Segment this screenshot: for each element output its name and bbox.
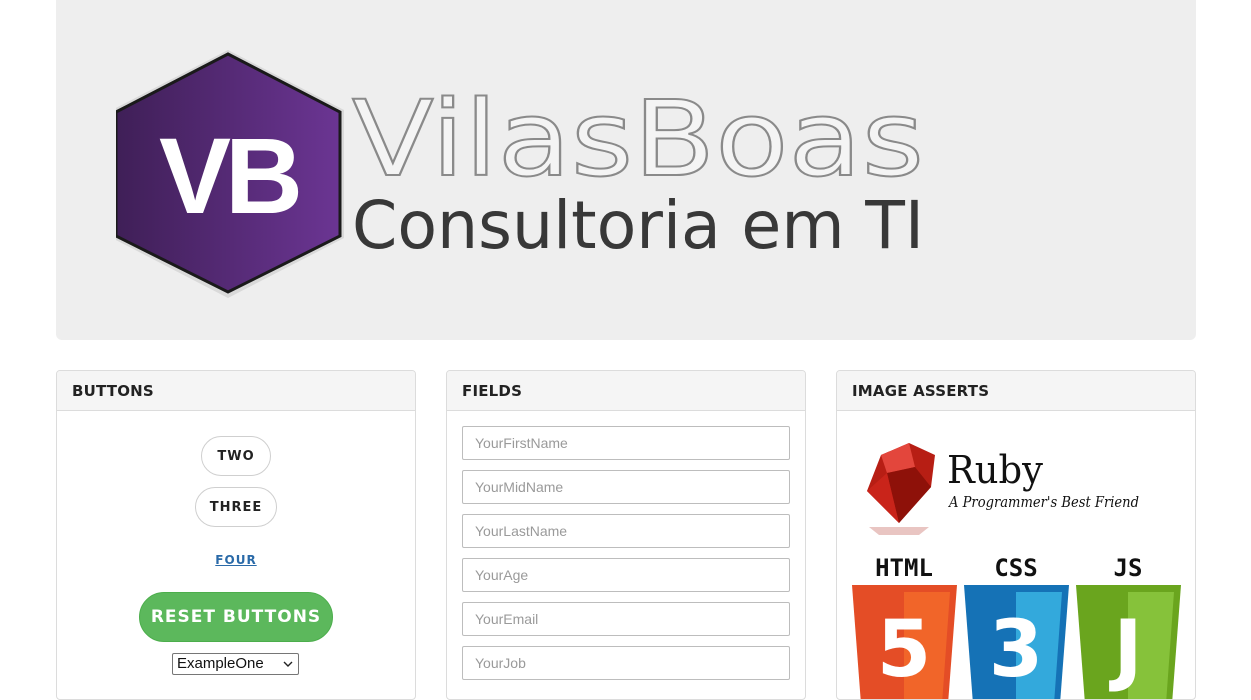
- four-link[interactable]: FOUR: [57, 553, 415, 567]
- buttons-panel-title: BUTTONS: [57, 371, 415, 411]
- ruby-title: Ruby: [947, 448, 1044, 492]
- first-name-field[interactable]: [462, 426, 790, 460]
- mid-name-field[interactable]: [462, 470, 790, 504]
- logo-subtitle: Consultoria em TI: [352, 187, 924, 264]
- job-field[interactable]: [462, 646, 790, 680]
- css-digit: 3: [989, 605, 1043, 695]
- image-asserts-panel: IMAGE ASSERTS Ruby A Programmer's Best F…: [836, 370, 1196, 700]
- js-label: JS: [1114, 554, 1143, 582]
- ruby-logo: Ruby A Programmer's Best Friend: [867, 443, 1139, 535]
- age-field[interactable]: [462, 558, 790, 592]
- ruby-tagline: A Programmer's Best Friend: [947, 493, 1139, 511]
- last-name-field[interactable]: [462, 514, 790, 548]
- buttons-panel: BUTTONS TWO THREE FOUR RESET BUTTONS Exa…: [56, 370, 416, 700]
- html-label: HTML: [875, 554, 933, 582]
- example-select-value: ExampleOne: [177, 655, 264, 672]
- fields-panel: FIELDS: [446, 370, 806, 700]
- html-digit: 5: [877, 605, 931, 695]
- header-banner: VB VilasBoas Consultoria em TI: [56, 0, 1196, 340]
- chevron-down-icon: [283, 661, 293, 667]
- reset-buttons-button[interactable]: RESET BUTTONS: [139, 592, 333, 642]
- three-button[interactable]: THREE: [195, 487, 277, 527]
- example-select[interactable]: ExampleOne: [172, 653, 299, 675]
- css-label: CSS: [994, 554, 1037, 582]
- two-button[interactable]: TWO: [201, 436, 271, 476]
- image-asserts-panel-title: IMAGE ASSERTS: [837, 371, 1195, 411]
- logo-initials: VB: [159, 115, 299, 236]
- logo-title: VilasBoas: [352, 78, 924, 200]
- css3-logo: CSS 3: [964, 554, 1069, 699]
- fields-panel-title: FIELDS: [447, 371, 805, 411]
- js-digit: J: [1108, 605, 1142, 695]
- html5-logo: HTML 5: [852, 554, 957, 699]
- vilasboas-logo: VB VilasBoas Consultoria em TI: [116, 50, 925, 298]
- js-logo: JS J: [1076, 554, 1181, 699]
- email-field[interactable]: [462, 602, 790, 636]
